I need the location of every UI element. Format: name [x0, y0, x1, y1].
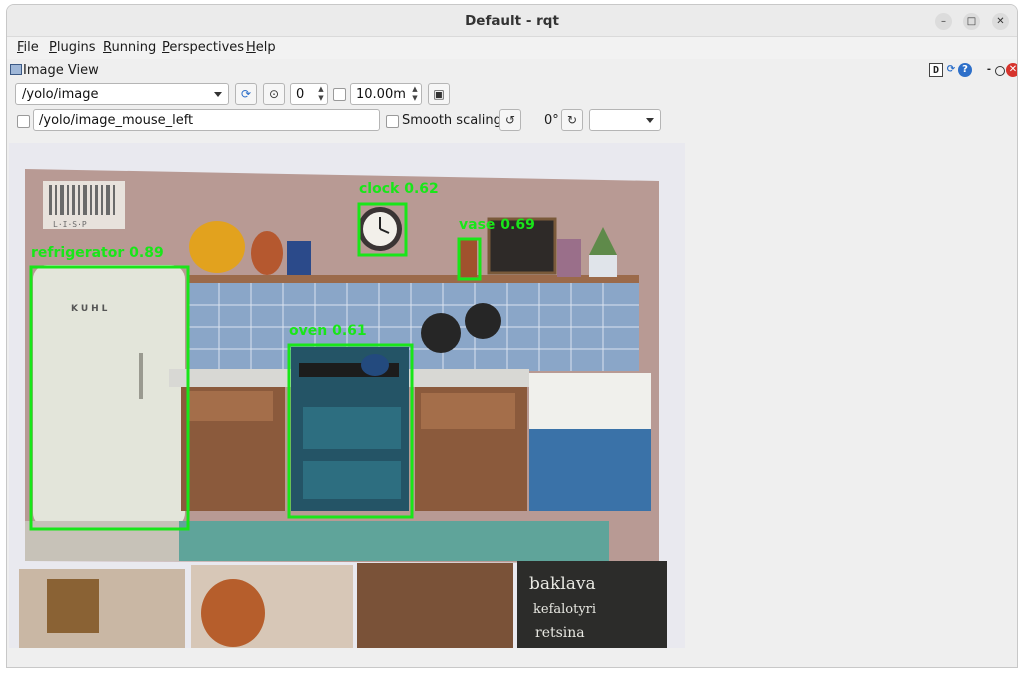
topic-select-value: /yolo/image [22, 87, 99, 102]
rotate-right-icon: ↻ [566, 113, 578, 127]
minimize-dash-icon[interactable]: - [982, 63, 996, 77]
close-window-button[interactable]: ✕ [992, 13, 1009, 30]
options-toolbar: /yolo/image_mouse_left Smooth scaling ↺ … [7, 109, 1017, 135]
rqt-window: Default - rqt – □ ✕ File Plugins Running… [6, 4, 1018, 668]
save-icon: ▣ [433, 87, 445, 101]
duration-checkbox[interactable] [333, 88, 346, 101]
spin-arrows-icon[interactable]: ▲ ▼ [410, 85, 420, 103]
title-bar: Default - rqt – □ ✕ [7, 5, 1017, 37]
duration-spinbox[interactable]: 10.00m ▲ ▼ [350, 83, 422, 105]
refresh-icon: ⟳ [240, 87, 252, 101]
topic-toolbar: /yolo/image ⟳ ⊙ 0 ▲ ▼ 10.00m ▲ ▼ ▣ [7, 83, 1017, 109]
detection-label-refrigerator: refrigerator 0.89 [31, 245, 164, 261]
status-bar [7, 651, 1017, 667]
zoom-spinbox[interactable]: 0 ▲ ▼ [290, 83, 328, 105]
menu-bar: File Plugins Running Perspectives Help [7, 37, 1017, 59]
dock-title: Image View [23, 63, 99, 78]
shop-sign-text: L·I·S·P [53, 220, 87, 229]
close-icon[interactable]: ✕ [1006, 63, 1017, 77]
smooth-scaling-label: Smooth scaling [402, 113, 502, 128]
zoom-icon: ⊙ [268, 87, 280, 101]
float-icon[interactable] [995, 66, 1005, 76]
window-title: Default - rqt [465, 13, 559, 29]
duration-value: 10.00m [356, 87, 406, 102]
menu-running[interactable]: Running [103, 40, 156, 55]
rotate-left-button[interactable]: ↺ [499, 109, 521, 131]
color-scheme-select[interactable] [589, 109, 661, 131]
sign-line-1: baklava [529, 574, 596, 594]
rotate-left-icon: ↺ [504, 113, 516, 127]
rotation-label: 0° [544, 113, 559, 128]
image-view-canvas[interactable]: L·I·S·P KUHL baklava kefalotyri retsina … [9, 143, 685, 648]
refresh-topics-button[interactable]: ⟳ [235, 83, 257, 105]
help-icon[interactable]: ? [958, 63, 972, 77]
save-image-button[interactable]: ▣ [428, 83, 450, 105]
menu-perspectives[interactable]: Perspectives [162, 40, 244, 55]
maximize-button[interactable]: □ [963, 13, 980, 30]
fridge-brand-text: KUHL [71, 304, 110, 314]
minimize-button[interactable]: – [935, 13, 952, 30]
sign-line-2: kefalotyri [533, 602, 596, 617]
window-icon [10, 64, 22, 75]
spin-arrows-icon[interactable]: ▲ ▼ [316, 85, 326, 103]
zoom-value: 0 [296, 87, 305, 102]
rotate-right-button[interactable]: ↻ [561, 109, 583, 131]
menu-help[interactable]: Help [246, 40, 276, 55]
detection-label-oven: oven 0.61 [289, 323, 367, 339]
chevron-down-icon [214, 92, 222, 97]
reload-icon[interactable]: ⟳ [944, 63, 958, 77]
detection-label-vase: vase 0.69 [459, 217, 535, 233]
zoom-fit-button[interactable]: ⊙ [263, 83, 285, 105]
menu-plugins[interactable]: Plugins [49, 40, 96, 55]
menu-file[interactable]: File [17, 40, 39, 55]
topic-select[interactable]: /yolo/image [15, 83, 229, 105]
camera-image: L·I·S·P KUHL baklava kefalotyri retsina … [9, 143, 685, 648]
sign-line-3: retsina [535, 625, 585, 641]
detection-label-clock: clock 0.62 [359, 181, 439, 197]
mouse-publish-checkbox[interactable] [17, 115, 30, 128]
dock-header: Image View D ⟳ ? - ✕ [7, 61, 1017, 81]
d-toggle-icon[interactable]: D [929, 63, 943, 77]
mouse-topic-field[interactable]: /yolo/image_mouse_left [33, 109, 380, 131]
chevron-down-icon [646, 118, 654, 123]
mouse-topic-value: /yolo/image_mouse_left [39, 113, 194, 128]
smooth-scaling-checkbox[interactable] [386, 115, 399, 128]
